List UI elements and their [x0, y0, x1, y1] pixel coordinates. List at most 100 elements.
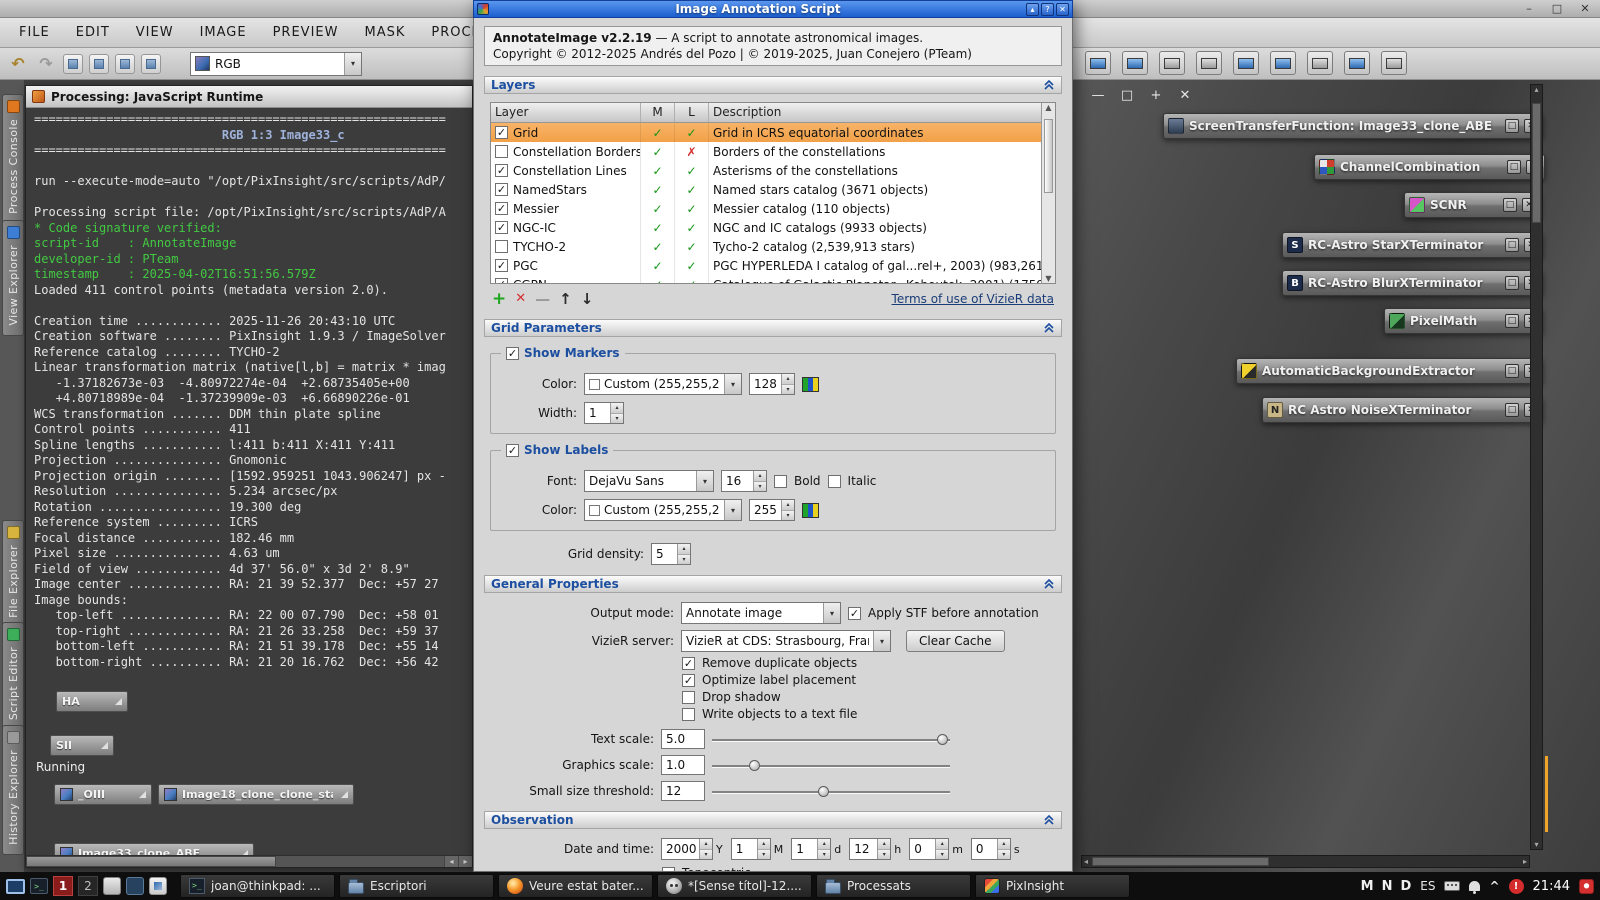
marker-width-spinner[interactable]: 1 ▴▾: [584, 402, 624, 424]
tray-icon-d[interactable]: D: [1400, 879, 1411, 894]
graphics-scale-slider[interactable]: [712, 758, 950, 773]
scroll-down-icon[interactable]: ▼: [1045, 274, 1051, 283]
task-processats[interactable]: Processats: [816, 874, 971, 898]
restore-icon[interactable]: □: [1505, 119, 1519, 133]
font-select[interactable]: DejaVu Sans ▾: [584, 470, 714, 492]
toolbar-icon[interactable]: [1196, 51, 1222, 75]
restore-icon[interactable]: □: [1503, 198, 1517, 212]
menu-item-mask[interactable]: MASK: [351, 18, 418, 48]
menu-item-preview[interactable]: PREVIEW: [260, 18, 352, 48]
spinner-arrows[interactable]: ▴▾: [753, 471, 766, 491]
scroll-up-icon[interactable]: ▲: [1045, 103, 1051, 112]
toolbar-icon[interactable]: [1233, 51, 1259, 75]
tray-icon-n[interactable]: N: [1382, 879, 1393, 894]
console-titlebar[interactable]: Processing: JavaScript Runtime: [26, 86, 472, 108]
restore-icon[interactable]: □: [1120, 88, 1134, 103]
toolbar-icon[interactable]: [115, 54, 135, 74]
date-s-spinner[interactable]: 0▴▾: [971, 838, 1011, 860]
table-row[interactable]: ✓TYCHO-2✓✓Tycho-2 catalog (2,539,913 sta…: [491, 237, 1055, 256]
layer-enabled-checkbox[interactable]: ✓: [495, 221, 508, 234]
keyboard-layout[interactable]: ES: [1420, 879, 1435, 893]
restore-icon[interactable]: □: [1505, 276, 1519, 290]
table-row[interactable]: ✓PGC✓✓PGC HYPERLEDA I catalog of gal...r…: [491, 256, 1055, 275]
write-objects-to-a-text-file-checkbox[interactable]: ✓: [682, 708, 695, 721]
quicklaunch-icon[interactable]: [149, 877, 167, 895]
scrollbar-thumb[interactable]: [1532, 103, 1541, 223]
italic-checkbox[interactable]: ✓: [828, 475, 841, 488]
label-color-select[interactable]: Custom (255,255,255) ▾: [584, 499, 742, 521]
spinner-arrows[interactable]: ▴▾: [699, 839, 712, 859]
clear-cache-button[interactable]: Clear Cache: [906, 630, 1005, 652]
scroll-right-icon[interactable]: ▸: [1523, 857, 1527, 866]
image-hscrollbar[interactable]: ◂ ▸: [1081, 855, 1530, 868]
toolbar-icon[interactable]: [89, 54, 109, 74]
close-icon[interactable]: ✕: [1178, 88, 1192, 103]
task-veure-estat-bater[interactable]: Veure estat bater...: [498, 874, 653, 898]
table-row[interactable]: ✓Constellation Lines✓✓Asterisms of the c…: [491, 161, 1055, 180]
scroll-left-icon[interactable]: ◂: [444, 856, 458, 867]
bold-checkbox[interactable]: ✓: [774, 475, 787, 488]
quicklaunch-icon[interactable]: [103, 877, 121, 895]
spinner-arrows[interactable]: ▴▾: [677, 544, 690, 564]
move-down-button[interactable]: ↓: [581, 290, 594, 308]
collapse-icon[interactable]: [1043, 323, 1055, 333]
show-markers-checkbox[interactable]: ✓: [506, 347, 519, 360]
show-labels-checkbox[interactable]: ✓: [506, 444, 519, 457]
table-row[interactable]: ✓Grid✓✓Grid in ICRS equatorial coordinat…: [491, 123, 1055, 142]
grid-density-spinner[interactable]: 5 ▴▾: [651, 543, 691, 565]
process-window-pixelmath[interactable]: PixelMath□✕: [1384, 308, 1543, 334]
vizier-server-select[interactable]: VizieR at CDS: Strasbourg, France ▾: [681, 630, 891, 652]
image-tab[interactable]: Image33_clone_ABE: [54, 843, 254, 855]
collapse-icon[interactable]: [1043, 80, 1055, 90]
close-icon[interactable]: ✕: [1056, 3, 1069, 16]
toolbar-icon[interactable]: [1270, 51, 1296, 75]
scroll-down-icon[interactable]: ▾: [1534, 840, 1538, 849]
menu-item-image[interactable]: IMAGE: [187, 18, 260, 48]
side-tab-history-explorer[interactable]: History Explorer: [2, 725, 24, 855]
toolbar-icon[interactable]: [1085, 51, 1111, 75]
table-row[interactable]: ✓Messier✓✓Messier catalog (110 objects): [491, 199, 1055, 218]
scrollbar-thumb[interactable]: [1044, 119, 1053, 193]
graphics-scale-input[interactable]: 1.0: [661, 755, 705, 775]
menu-item-view[interactable]: VIEW: [123, 18, 187, 48]
layer-enabled-checkbox[interactable]: ✓: [495, 126, 508, 139]
vizier-terms-link[interactable]: Terms of use of VizieR data: [892, 292, 1054, 306]
help-icon[interactable]: ?: [1041, 3, 1054, 16]
image-vscrollbar[interactable]: ▴ ▾: [1530, 84, 1543, 850]
side-tab-view-explorer[interactable]: View Explorer: [2, 220, 24, 336]
console-hscrollbar[interactable]: ◂ ▸: [26, 855, 472, 867]
zoom-icon[interactable]: +: [1149, 88, 1163, 103]
power-icon[interactable]: [1579, 879, 1594, 894]
task-joan-thinkpad[interactable]: joan@thinkpad: ...: [180, 874, 335, 898]
spinner-arrows[interactable]: ▴▾: [817, 839, 830, 859]
restore-icon[interactable]: □: [1507, 160, 1521, 174]
process-window-automaticbackgroundextractor[interactable]: AutomaticBackgroundExtractor□✕: [1236, 358, 1543, 384]
notification-icon[interactable]: [1469, 881, 1480, 891]
restore-icon[interactable]: □: [1505, 314, 1519, 328]
date-Y-spinner[interactable]: 2000▴▾: [661, 838, 713, 860]
text-scale-slider[interactable]: [712, 732, 950, 747]
section-layers[interactable]: Layers: [484, 76, 1062, 94]
output-mode-select[interactable]: Annotate image ▾: [681, 602, 841, 624]
shade-icon[interactable]: ▴: [1026, 3, 1039, 16]
process-window-rc-astro-blurxterminator[interactable]: BRC-Astro BlurXTerminator□✕: [1282, 270, 1543, 296]
date-m-spinner[interactable]: 0▴▾: [909, 838, 949, 860]
text-scale-input[interactable]: 5.0: [661, 729, 705, 749]
remove-layer-button[interactable]: ✕: [515, 290, 526, 308]
layer-enabled-checkbox[interactable]: ✓: [495, 240, 508, 253]
layer-enabled-checkbox[interactable]: ✓: [495, 202, 508, 215]
small-size-threshold-input[interactable]: 12: [661, 781, 705, 801]
close-icon[interactable]: ✕: [1578, 1, 1592, 17]
image-tab[interactable]: Image18_clone_clone_stars: [158, 784, 354, 805]
workspace-1[interactable]: 1: [53, 876, 73, 896]
process-window-rc-astro-starxterminator[interactable]: SRC-Astro StarXTerminator□✕: [1282, 232, 1543, 258]
move-up-button[interactable]: ↑: [559, 290, 572, 308]
toolbar-icon[interactable]: [1307, 51, 1333, 75]
alert-icon[interactable]: !: [1509, 879, 1524, 894]
table-row[interactable]: ✓NGC-IC✓✓NGC and IC catalogs (9933 objec…: [491, 218, 1055, 237]
restore-icon[interactable]: □: [1505, 364, 1519, 378]
color-picker-button[interactable]: [802, 377, 819, 392]
section-general-properties[interactable]: General Properties: [484, 575, 1062, 593]
minimized-window[interactable]: HA: [56, 691, 128, 712]
scroll-left-icon[interactable]: ◂: [1084, 857, 1088, 866]
